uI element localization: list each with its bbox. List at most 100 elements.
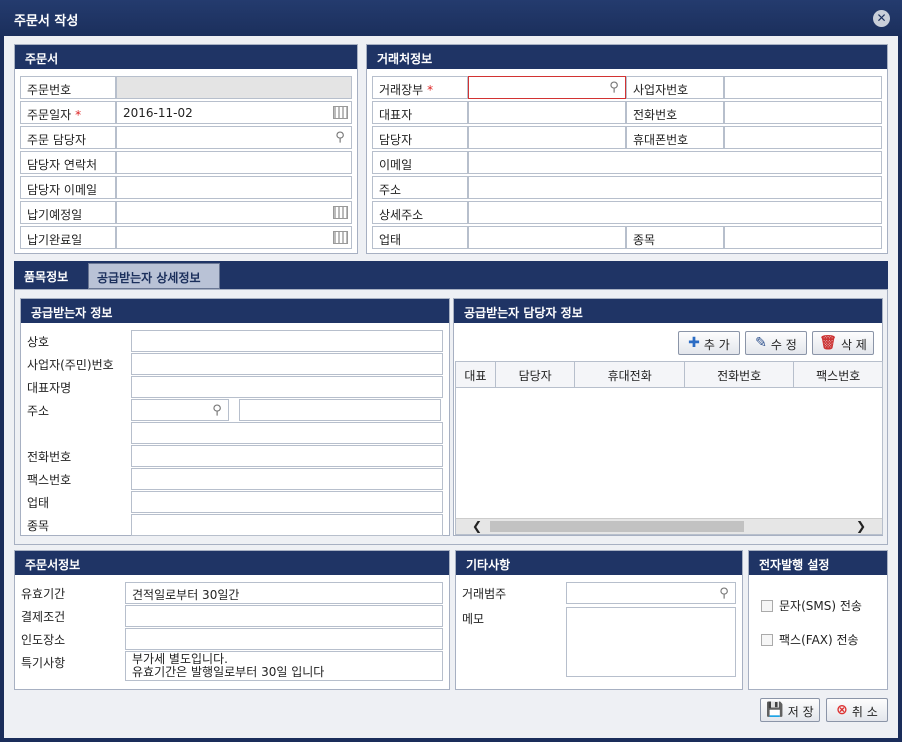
chevron-right-icon[interactable]: ❯ <box>856 519 866 533</box>
remarks-textarea[interactable]: 부가세 별도입니다. 유효기간은 발행일로부터 30일 입니다 <box>125 651 443 681</box>
edit-icon: ✎ <box>755 335 767 351</box>
calendar-icon[interactable] <box>333 206 348 219</box>
contacts-panel-header: 공급받는자 담당자 정보 <box>454 299 882 323</box>
search-icon[interactable]: ⚲ <box>209 403 225 419</box>
calendar-icon[interactable] <box>333 106 348 119</box>
fax-checkbox[interactable] <box>761 633 773 646</box>
receiver-field-label: 업태 <box>27 496 50 510</box>
receiver-row: 사업자(주민)번호 <box>21 353 443 375</box>
phone-input[interactable] <box>724 101 882 124</box>
category-input[interactable]: ⚲ <box>566 582 736 604</box>
email-input[interactable] <box>468 151 882 174</box>
validity-label: 유효기간 <box>21 587 66 601</box>
tab-content: 공급받는자 정보 상호 사업자(주민)번호 대표자명 주소 ⚲ 전화번호 팩스번호 업태 종목 … <box>14 289 888 545</box>
window-title: 주문서 작성 <box>14 14 79 29</box>
receiver-field-input[interactable] <box>131 422 443 444</box>
bizno-label: 사업자번호 <box>626 76 724 99</box>
manager-input[interactable] <box>468 126 626 149</box>
mobile-input[interactable] <box>724 126 882 149</box>
delete-button[interactable]: 🗑 삭 제 <box>812 331 874 355</box>
receiver-row <box>21 422 443 444</box>
receiver-field-label: 대표자명 <box>27 381 72 395</box>
receiver-field-label <box>21 422 131 444</box>
order-field-input[interactable]: 2016-11-02 <box>116 101 352 124</box>
save-button[interactable]: 💾 저 장 <box>760 698 820 722</box>
chevron-left-icon[interactable]: ❮ <box>472 519 482 533</box>
receiver-row: 주소 ⚲ <box>21 399 441 421</box>
receiver-field-label: 종목 <box>27 519 50 533</box>
bizitem-label: 종목 <box>626 226 724 249</box>
contacts-grid: 대표 담당자 휴대전화 전화번호 팩스번호 ❮ ❯ <box>455 361 883 535</box>
manager-label: 담당자 <box>372 126 468 149</box>
receiver-field-label: 상호 <box>27 335 50 349</box>
ceo-input[interactable] <box>468 101 626 124</box>
memo-textarea[interactable] <box>566 607 736 677</box>
cancel-button[interactable]: ⊗ 취 소 <box>826 698 888 722</box>
receiver-field-input[interactable] <box>131 376 443 398</box>
close-icon[interactable]: ✕ <box>873 10 890 27</box>
bizno-input[interactable] <box>724 76 882 99</box>
receiver-field-input[interactable] <box>131 353 443 375</box>
edit-button[interactable]: ✎ 수 정 <box>745 331 807 355</box>
bizitem-input[interactable] <box>724 226 882 249</box>
receiver-field-label: 팩스번호 <box>27 473 72 487</box>
orderinfo-panel: 주문서정보 유효기간 견적일로부터 30일간 결제조건 인도장소 특기사항 부가세 … <box>14 550 450 690</box>
order-field-input[interactable]: ⚲ <box>116 126 352 149</box>
partner-panel-header: 거래처정보 <box>367 45 887 69</box>
order-row: 주문 담당자 ⚲ <box>20 126 352 149</box>
search-icon[interactable]: ⚲ <box>716 586 732 602</box>
receiver-field-input[interactable] <box>131 468 443 490</box>
search-icon[interactable]: ⚲ <box>606 80 622 96</box>
biztype-input[interactable] <box>468 226 626 249</box>
receiver-field-input[interactable] <box>131 491 443 513</box>
search-icon[interactable]: ⚲ <box>332 130 348 146</box>
col-fax[interactable]: 팩스번호 <box>794 362 882 387</box>
receiver-row: 상호 <box>21 330 443 352</box>
order-field-input[interactable] <box>116 201 352 224</box>
validity-input[interactable]: 견적일로부터 30일간 <box>125 582 443 604</box>
receiver-row: 대표자명 <box>21 376 443 398</box>
order-field-input <box>116 76 352 99</box>
scrollbar-thumb[interactable] <box>490 521 744 532</box>
address-input[interactable] <box>468 176 882 199</box>
tab-receiver-detail[interactable]: 공급받는자 상세정보 <box>88 263 220 289</box>
col-main[interactable]: 대표 <box>456 362 496 387</box>
order-field-input[interactable] <box>116 151 352 174</box>
order-field-input[interactable] <box>116 226 352 249</box>
address-input[interactable] <box>239 399 441 421</box>
edoc-panel-header: 전자발행 설정 <box>749 551 887 575</box>
sms-checkbox[interactable] <box>761 599 773 612</box>
fax-checkbox-row[interactable]: 팩스(FAX) 전송 <box>761 631 859 648</box>
receiver-panel-header: 공급받는자 정보 <box>21 299 449 323</box>
receiver-field-input[interactable] <box>131 445 443 467</box>
delivery-place-input[interactable] <box>125 628 443 650</box>
grid-header: 대표 담당자 휴대전화 전화번호 팩스번호 <box>456 362 882 388</box>
zipcode-input[interactable]: ⚲ <box>131 399 229 421</box>
cancel-icon: ⊗ <box>836 702 848 718</box>
calendar-icon[interactable] <box>333 231 348 244</box>
sms-checkbox-row[interactable]: 문자(SMS) 전송 <box>761 597 862 614</box>
receiver-field-input[interactable] <box>131 514 443 536</box>
receiver-row: 팩스번호 <box>21 468 443 490</box>
address-detail-input[interactable] <box>468 201 882 224</box>
col-manager[interactable]: 담당자 <box>496 362 576 387</box>
order-field-input[interactable] <box>116 176 352 199</box>
phone-label: 전화번호 <box>626 101 724 124</box>
tab-items[interactable]: 품목정보 <box>16 263 84 289</box>
add-button[interactable]: ✚ 추 가 <box>678 331 740 355</box>
payment-terms-input[interactable] <box>125 605 443 627</box>
col-phone[interactable]: 전화번호 <box>685 362 795 387</box>
receiver-field-label: 전화번호 <box>27 450 72 464</box>
order-row: 납기완료일 <box>20 226 352 249</box>
memo-label: 메모 <box>462 612 485 626</box>
order-field-label: 주문번호 <box>20 76 116 99</box>
ledger-input[interactable]: ⚲ <box>468 76 626 99</box>
col-mobile[interactable]: 휴대전화 <box>575 362 685 387</box>
ceo-label: 대표자 <box>372 101 468 124</box>
orderinfo-panel-header: 주문서정보 <box>15 551 449 575</box>
receiver-field-input[interactable] <box>131 330 443 352</box>
order-field-label: 주문일자 * <box>20 101 116 124</box>
horizontal-scrollbar[interactable]: ❮ ❯ <box>456 518 882 534</box>
etc-panel: 기타사항 거래범주 ⚲ 메모 <box>455 550 743 690</box>
address-detail-label: 상세주소 <box>372 201 468 224</box>
